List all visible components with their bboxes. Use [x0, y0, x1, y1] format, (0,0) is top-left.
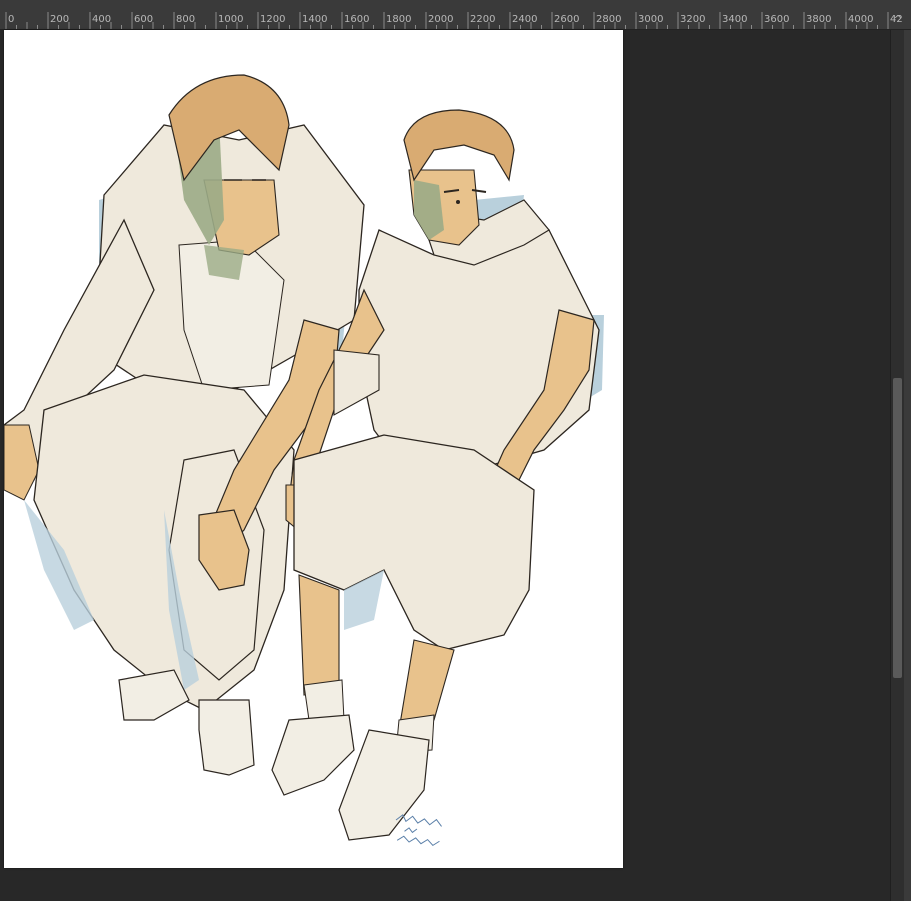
scrollbar-thumb[interactable] [893, 378, 902, 678]
ruler-label: 3800 [806, 14, 832, 25]
ruler-label: 1800 [386, 14, 412, 25]
ruler-label: 4000 [848, 14, 874, 25]
ruler-label: 1000 [218, 14, 244, 25]
drawing-canvas[interactable] [4, 30, 623, 868]
right-panel-edge [904, 30, 911, 901]
ruler-label: 800 [176, 14, 196, 25]
ruler-label: 2200 [470, 14, 496, 25]
vertical-scrollbar[interactable] [890, 30, 904, 901]
ruler-label: 1400 [302, 14, 328, 25]
ruler-label: 2400 [512, 14, 538, 25]
ruler-label: 2800 [596, 14, 622, 25]
ruler-label: 1600 [344, 14, 370, 25]
ruler-label: 3600 [764, 14, 790, 25]
ruler-label: 1200 [260, 14, 286, 25]
artwork-illustration [4, 74, 604, 847]
ruler-label: 600 [134, 14, 154, 25]
chevron-up-icon[interactable]: ^ [890, 12, 906, 28]
ruler-label: 3200 [680, 14, 706, 25]
horizontal-ruler[interactable]: 0 200 400 600 800 1000 1200 1400 1600 1800 2000 220… [0, 0, 911, 30]
ruler-label: 3000 [638, 14, 664, 25]
ruler-label: 2000 [428, 14, 454, 25]
ruler-label: 2600 [554, 14, 580, 25]
ruler-label: 200 [50, 14, 70, 25]
ruler-label: 3400 [722, 14, 748, 25]
ruler-label: 400 [92, 14, 112, 25]
ruler-label: 0 [8, 14, 15, 25]
drawing-app-window: 0 200 400 600 800 1000 1200 1400 1600 1800 2000 220… [0, 0, 911, 901]
